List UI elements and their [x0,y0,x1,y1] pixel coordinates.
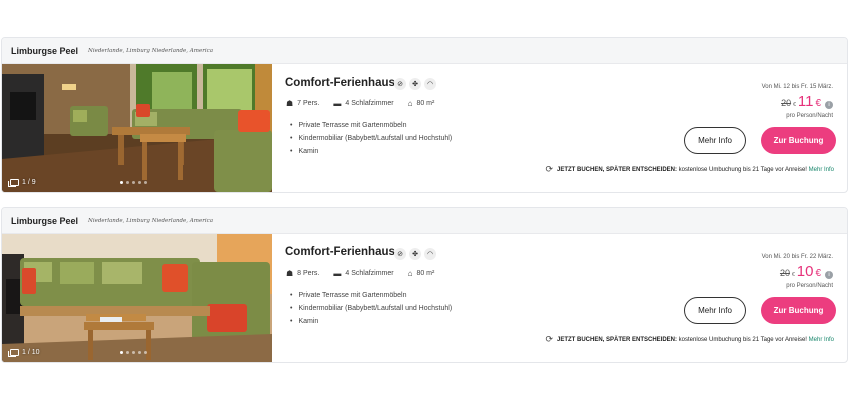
old-price: 20 [781,98,792,108]
notice-more-info-link[interactable]: Mehr Info [809,167,834,173]
price-unit: pro Person/Nacht [786,113,833,119]
feature-list: Private Terrasse mit Gartenmöbeln Kinder… [290,289,452,328]
carousel-dot[interactable] [120,181,123,184]
accommodation-facts: ☗ 8 Pers. ▬ 4 Schlafzimmer ⌂ 80 m² [286,269,434,278]
house-icon: ⌂ [407,269,413,278]
carousel-dot[interactable] [132,351,135,354]
old-price-currency: € [791,272,795,278]
new-price-currency: € [815,98,821,109]
accommodation-facts: ☗ 7 Pers. ▬ 4 Schlafzimmer ⌂ 80 m² [286,99,434,108]
price: 20 € 10 € i [780,263,833,280]
price-info-icon[interactable]: i [825,271,833,279]
carousel-dot[interactable] [120,351,123,354]
new-price-currency: € [815,268,821,279]
more-info-button[interactable]: Mehr Info [684,297,746,324]
price-info-icon[interactable]: i [825,101,833,109]
notice-more-info-link[interactable]: Mehr Info [809,337,834,343]
wifi-icon: ◠ [424,248,436,260]
old-price-currency: € [793,102,796,108]
pets-icon: ✤ [409,248,421,260]
more-info-button[interactable]: Mehr Info [684,127,746,154]
amenity-icons: ⊘ ✤ ◠ [394,248,436,260]
notice-text: kostenlose Umbuchung bis 21 Tage vor Anr… [677,336,807,343]
card-header: Limburgse Peel Niederlande, Limburg Nied… [2,208,847,234]
photo-gallery[interactable]: 1 / 9 [2,64,272,192]
stay-dates: Von Mi. 20 bis Fr. 22 März. [761,254,833,260]
listing-card[interactable]: Limburgse Peel Niederlande, Limburg Nied… [1,37,848,193]
refresh-icon: ⟳ [545,334,553,344]
persons-text: 8 Pers. [297,270,320,277]
area-text: 80 m² [416,270,435,277]
living-room-photo [2,64,272,192]
feature-item: Kindermobiliar (Babybett/Laufstall und H… [290,302,452,315]
photo-gallery[interactable]: 1 / 10 [2,234,272,362]
flex-booking-notice: ⟳ JETZT BUCHEN, SPÄTER ENTSCHEIDEN: kost… [545,164,834,175]
accommodation-title[interactable]: Comfort-Ferienhaus [285,77,395,89]
feature-item: Kamin [290,315,452,328]
carousel-dot[interactable] [144,351,147,354]
photo-counter: 1 / 10 [8,349,40,357]
persons-text: 7 Pers. [297,100,320,107]
pets-icon: ✤ [409,78,421,90]
feature-item: Private Terrasse mit Gartenmöbeln [290,119,452,132]
bed-icon: ▬ [333,99,342,108]
price-unit: pro Person/Nacht [786,283,833,289]
book-button[interactable]: Zur Buchung [761,297,836,324]
carousel-dot[interactable] [126,351,129,354]
flex-booking-notice: ⟳ JETZT BUCHEN, SPÄTER ENTSCHEIDEN: kost… [545,334,834,345]
carousel-dot[interactable] [138,181,141,184]
carousel-dot[interactable] [132,181,135,184]
refresh-icon: ⟳ [545,164,553,174]
house-icon: ⌂ [407,99,413,108]
amenity-icons: ⊘ ✤ ◠ [394,78,436,90]
new-price: 10 [796,263,814,280]
photo-counter-text: 1 / 10 [22,349,40,356]
park-name: Limburgse Peel [11,215,79,226]
bedrooms-text: 4 Schlafzimmer [345,270,394,277]
carousel-dot[interactable] [126,181,129,184]
carousel-dot[interactable] [138,351,141,354]
no-pets-icon: ⊘ [394,78,406,90]
accommodation-title[interactable]: Comfort-Ferienhaus [285,246,395,258]
persons-icon: ☗ [286,269,294,278]
wifi-icon: ◠ [424,78,436,90]
area-text: 80 m² [416,100,435,107]
bed-icon: ▬ [333,269,342,278]
feature-item: Kamin [290,145,452,158]
new-price: 11 [797,93,814,110]
stay-dates: Von Mi. 12 bis Fr. 15 März. [761,84,833,90]
feature-list: Private Terrasse mit Gartenmöbeln Kinder… [290,119,452,158]
feature-item: Kindermobiliar (Babybett/Laufstall und H… [290,132,452,145]
book-button[interactable]: Zur Buchung [761,127,836,154]
photo-counter: 1 / 9 [8,179,36,187]
no-pets-icon: ⊘ [394,248,406,260]
photo-counter-text: 1 / 9 [22,179,36,186]
feature-item: Private Terrasse mit Gartenmöbeln [290,289,452,302]
price: 20 € 11 € i [781,93,833,110]
persons-icon: ☗ [286,99,294,108]
carousel-dot[interactable] [144,181,147,184]
living-room-photo [2,234,272,362]
notice-text: kostenlose Umbuchung bis 21 Tage vor Anr… [677,166,807,173]
park-name: Limburgse Peel [11,45,79,56]
carousel-dots[interactable] [120,181,147,184]
gallery-icon [8,349,19,357]
region-text: Niederlande, Limburg Niederlande, Americ… [88,217,213,224]
bedrooms-text: 4 Schlafzimmer [345,100,394,107]
gallery-icon [8,179,19,187]
card-header: Limburgse Peel Niederlande, Limburg Nied… [2,38,847,64]
notice-bold: JETZT BUCHEN, SPÄTER ENTSCHEIDEN: [556,336,677,343]
notice-bold: JETZT BUCHEN, SPÄTER ENTSCHEIDEN: [556,166,677,173]
carousel-dots[interactable] [120,351,147,354]
region-text: Niederlande, Limburg Niederlande, Americ… [88,47,213,54]
old-price: 20 [779,268,790,278]
listing-card[interactable]: Limburgse Peel Niederlande, Limburg Nied… [1,207,848,363]
